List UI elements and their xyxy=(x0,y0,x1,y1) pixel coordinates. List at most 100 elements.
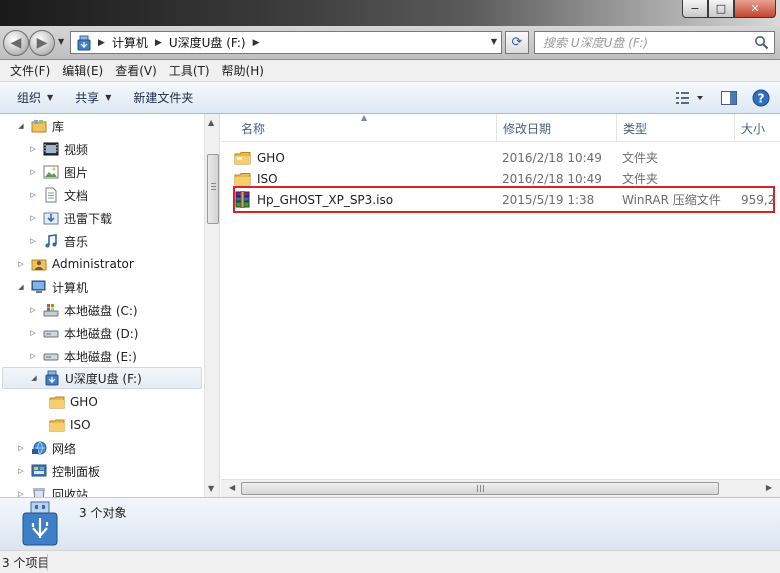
recent-pages-dropdown[interactable]: ▼ xyxy=(58,37,64,46)
download-library-icon xyxy=(42,209,60,227)
nav-item-pictures[interactable]: ▷ 图片 xyxy=(28,161,88,183)
help-button[interactable]: ? xyxy=(748,86,774,110)
library-icon xyxy=(30,117,48,135)
scroll-left-icon[interactable]: ◀ xyxy=(229,483,235,492)
music-library-icon xyxy=(42,232,60,250)
expand-arrow-icon[interactable]: ▷ xyxy=(28,168,38,176)
file-name: GHO xyxy=(257,150,285,165)
expand-arrow-icon[interactable]: ▷ xyxy=(16,444,26,452)
scroll-up-icon[interactable]: ▲ xyxy=(208,118,214,127)
expand-arrow-icon[interactable]: ▷ xyxy=(16,490,26,497)
expand-arrow-icon[interactable]: ▷ xyxy=(28,145,38,153)
command-bar: 组织 ▼ 共享 ▼ 新建文件夹 ? xyxy=(0,82,780,114)
nav-item-computer[interactable]: ◢ 计算机 xyxy=(16,276,88,298)
scroll-right-icon[interactable]: ▶ xyxy=(766,483,772,492)
nav-item-libraries[interactable]: ◢ 库 xyxy=(16,115,64,137)
menu-help[interactable]: 帮助(H) xyxy=(216,62,270,79)
file-list-pane: ▲ 名称 修改日期 类型 大小 GHO 2016/2/18 10:49 文件夹 … xyxy=(221,114,780,497)
expand-arrow-icon[interactable]: ▷ xyxy=(28,191,38,199)
scroll-thumb[interactable] xyxy=(207,154,219,224)
collapse-arrow-icon[interactable]: ◢ xyxy=(16,122,26,130)
drive-icon xyxy=(42,347,60,365)
column-date-modified[interactable]: 修改日期 xyxy=(497,114,617,142)
breadcrumb-separator-icon[interactable]: ▶ xyxy=(151,38,166,48)
expand-arrow-icon[interactable]: ▷ xyxy=(28,306,38,314)
nav-item-music[interactable]: ▷ 音乐 xyxy=(28,230,88,252)
organize-button[interactable]: 组织 ▼ xyxy=(0,89,64,106)
folder-icon xyxy=(233,149,251,167)
change-view-button[interactable] xyxy=(670,86,710,110)
expand-arrow-icon[interactable]: ▷ xyxy=(28,214,38,222)
nav-item-label: Administrator xyxy=(52,257,134,271)
refresh-button[interactable]: ⟳ xyxy=(505,31,529,54)
minimize-button[interactable]: − xyxy=(682,0,708,18)
video-library-icon xyxy=(42,140,60,158)
nav-item-folder-iso[interactable]: ISO xyxy=(48,414,91,436)
breadcrumb-computer[interactable]: 计算机 xyxy=(109,34,151,51)
menu-view[interactable]: 查看(V) xyxy=(109,62,163,79)
nav-item-drive-c[interactable]: ▷ 本地磁盘 (C:) xyxy=(28,299,137,321)
menu-bar: 文件(F) 编辑(E) 查看(V) 工具(T) 帮助(H) xyxy=(0,60,780,82)
nav-item-label: 控制面板 xyxy=(52,464,101,479)
nav-item-label: 回收站 xyxy=(52,487,89,498)
new-folder-button[interactable]: 新建文件夹 xyxy=(122,89,204,106)
usb-drive-large-icon xyxy=(18,501,62,547)
column-size[interactable]: 大小 xyxy=(735,114,780,142)
nav-item-label: 视频 xyxy=(64,142,89,157)
user-folder-icon xyxy=(30,255,48,273)
nav-item-recycle-bin[interactable]: ▷ 回收站 xyxy=(16,483,88,497)
preview-pane-button[interactable] xyxy=(716,86,742,110)
share-button[interactable]: 共享 ▼ xyxy=(64,89,122,106)
column-name[interactable]: 名称 xyxy=(235,114,497,142)
nav-item-label: 音乐 xyxy=(64,234,89,249)
nav-item-documents[interactable]: ▷ 文档 xyxy=(28,184,88,206)
menu-file[interactable]: 文件(F) xyxy=(4,62,56,79)
folder-icon xyxy=(48,416,66,434)
nav-item-thunder-downloads[interactable]: ▷ 迅雷下载 xyxy=(28,207,112,229)
back-button[interactable]: ◀ xyxy=(3,30,29,56)
nav-item-administrator[interactable]: ▷ Administrator xyxy=(16,253,134,275)
column-type[interactable]: 类型 xyxy=(617,114,735,142)
forward-arrow-icon: ▶ xyxy=(36,35,48,51)
file-date: 2016/2/18 10:49 xyxy=(502,150,602,165)
breadcrumb-usb-drive[interactable]: U深度U盘 (F:) xyxy=(166,34,249,51)
list-horizontal-scrollbar[interactable]: ◀ ▶ xyxy=(221,479,780,497)
forward-button[interactable]: ▶ xyxy=(29,30,55,56)
collapse-arrow-icon[interactable]: ◢ xyxy=(16,283,26,291)
expand-arrow-icon[interactable]: ▷ xyxy=(28,237,38,245)
nav-item-drive-d[interactable]: ▷ 本地磁盘 (D:) xyxy=(28,322,138,344)
file-name: ISO xyxy=(257,171,278,186)
nav-item-drive-e[interactable]: ▷ 本地磁盘 (E:) xyxy=(28,345,137,367)
search-icon[interactable] xyxy=(754,35,769,53)
address-dropdown-icon[interactable]: ▼ xyxy=(491,37,497,46)
item-count-status: 3 个项目 xyxy=(2,555,50,570)
expand-arrow-icon[interactable]: ▷ xyxy=(16,467,26,475)
scroll-down-icon[interactable]: ▼ xyxy=(208,484,214,493)
column-header: ▲ 名称 修改日期 类型 大小 xyxy=(221,114,780,142)
computer-icon xyxy=(30,278,48,296)
nav-item-videos[interactable]: ▷ 视频 xyxy=(28,138,88,160)
close-button[interactable]: ✕ xyxy=(734,0,776,18)
nav-item-usb-drive[interactable]: ◢ U深度U盘 (F:) xyxy=(2,367,202,389)
nav-item-folder-gho[interactable]: GHO xyxy=(48,391,98,413)
organize-label: 组织 xyxy=(17,91,42,105)
breadcrumb-separator-icon[interactable]: ▶ xyxy=(94,38,109,48)
collapse-arrow-icon[interactable]: ◢ xyxy=(29,374,39,382)
help-icon: ? xyxy=(752,89,770,107)
breadcrumb-separator-icon[interactable]: ▶ xyxy=(249,38,264,48)
address-bar[interactable]: ▶ 计算机 ▶ U深度U盘 (F:) ▶ ▼ xyxy=(70,31,502,54)
maximize-button[interactable]: □ xyxy=(708,0,734,18)
expand-arrow-icon[interactable]: ▷ xyxy=(28,329,38,337)
file-row-gho[interactable]: GHO xyxy=(233,147,285,168)
search-input[interactable]: 搜索 U深度U盘 (F:) xyxy=(534,31,775,54)
nav-item-network[interactable]: ▷ 网络 xyxy=(16,437,76,459)
expand-arrow-icon[interactable]: ▷ xyxy=(28,352,38,360)
file-type: 文件夹 xyxy=(622,151,659,165)
scroll-thumb[interactable] xyxy=(241,482,719,495)
expand-arrow-icon[interactable]: ▷ xyxy=(16,260,26,268)
menu-edit[interactable]: 编辑(E) xyxy=(56,62,109,79)
title-bar: − □ ✕ xyxy=(0,0,780,26)
menu-tools[interactable]: 工具(T) xyxy=(163,62,216,79)
nav-vertical-scrollbar[interactable]: ▲ ▼ xyxy=(204,114,219,497)
nav-item-control-panel[interactable]: ▷ 控制面板 xyxy=(16,460,100,482)
